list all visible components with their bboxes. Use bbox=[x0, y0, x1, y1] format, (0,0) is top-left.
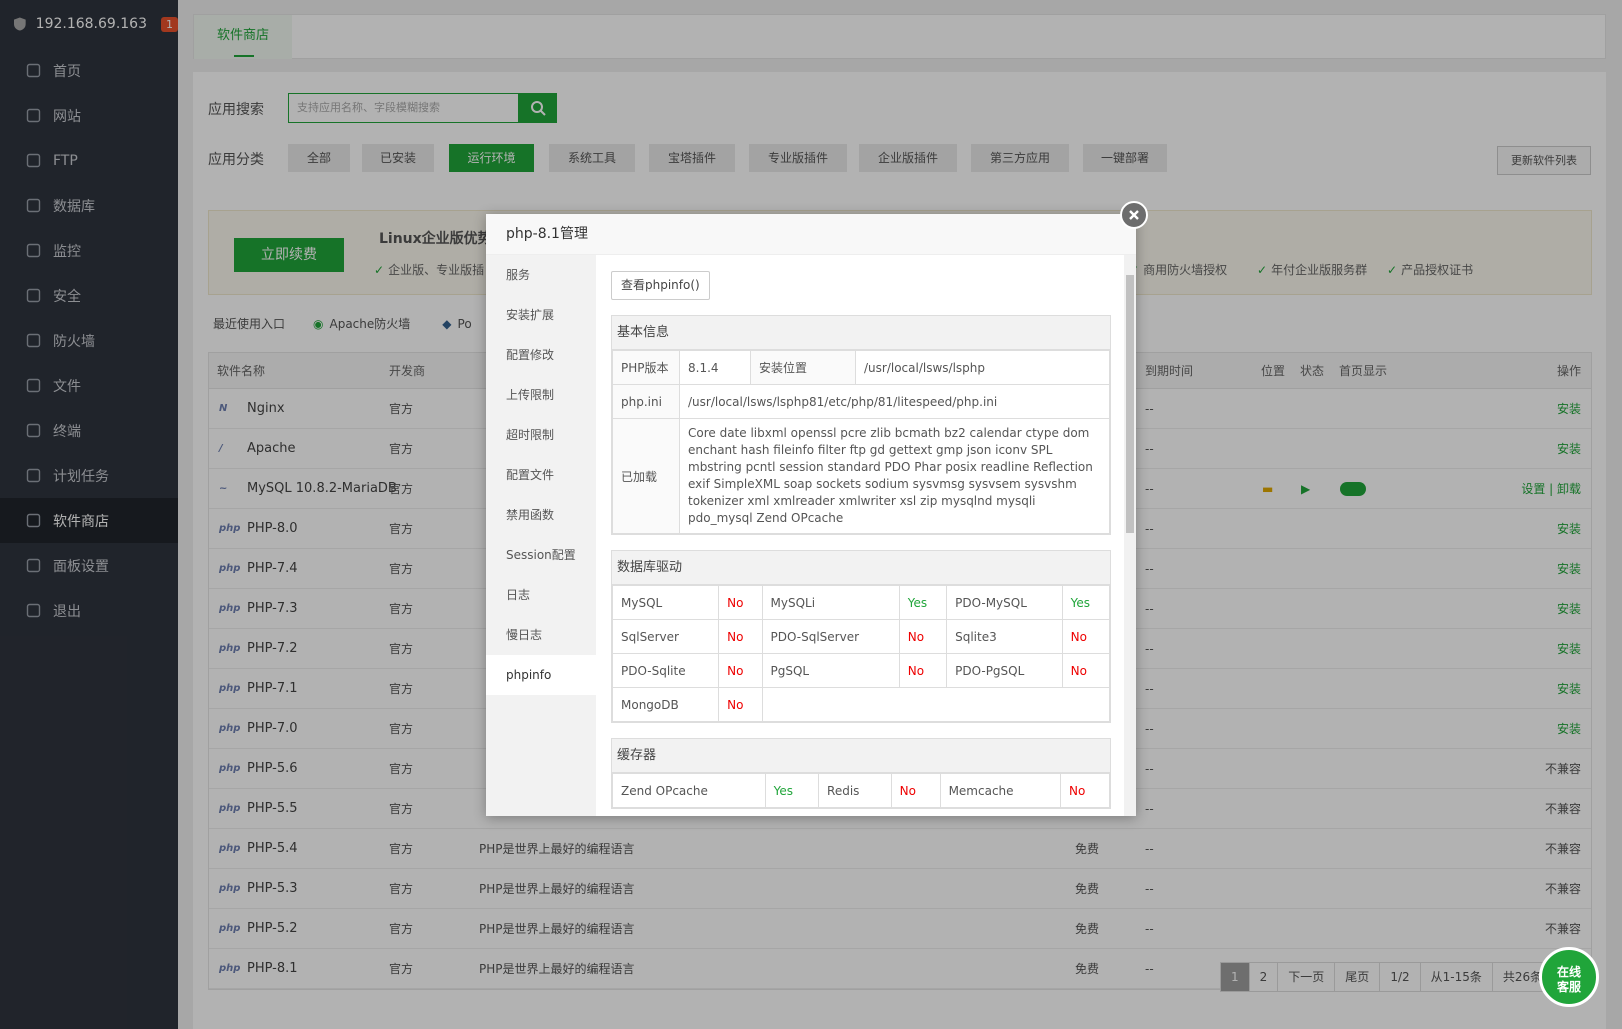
driver-cell: PDO-PgSQL bbox=[946, 653, 1063, 688]
driver-cell: MySQL bbox=[611, 585, 720, 620]
phpinfo-content: 查看phpinfo() 基本信息 PHP版本 8.1.4 安装位置/usr/loca… bbox=[596, 255, 1126, 816]
modal-menu-item[interactable]: phpinfo bbox=[486, 655, 596, 695]
close-button[interactable] bbox=[1120, 201, 1148, 229]
scrollbar-thumb[interactable] bbox=[1126, 275, 1134, 533]
driver-cell: No bbox=[718, 619, 763, 654]
section-title: 基本信息 bbox=[612, 316, 1110, 350]
driver-cell: No bbox=[1061, 653, 1111, 688]
php-manage-modal: php-8.1管理 服务 安装扩展 配置修改 上传限制 超时限制 配置文件 禁用函数 Sess… bbox=[486, 201, 1148, 816]
driver-cell: No bbox=[718, 687, 763, 722]
driver-cell: No bbox=[718, 653, 763, 688]
php-version-label: PHP版本 bbox=[612, 350, 680, 385]
driver-cell: SqlServer bbox=[611, 619, 720, 654]
php-version: 8.1.4 bbox=[679, 350, 751, 385]
modal-menu-item[interactable]: 超时限制 bbox=[486, 415, 596, 455]
php-ini-label: php.ini bbox=[612, 384, 680, 419]
driver-cell: Zend OPcache bbox=[612, 773, 766, 808]
basic-info-section: 基本信息 PHP版本 8.1.4 安装位置/usr/local/lsws/lsphp… bbox=[611, 315, 1111, 535]
basic-info-table: PHP版本 8.1.4 安装位置/usr/local/lsws/lsphp php.… bbox=[612, 350, 1110, 534]
modal-menu-item[interactable]: 慢日志 bbox=[486, 615, 596, 655]
close-icon bbox=[1129, 210, 1139, 220]
driver-cell: MySQLi bbox=[761, 585, 900, 620]
online-support-button[interactable]: 在线 客服 bbox=[1539, 947, 1599, 1007]
install-location: /usr/local/lsws/lsphp bbox=[855, 350, 1110, 385]
scrollbar[interactable] bbox=[1124, 255, 1136, 816]
driver-cell: MongoDB bbox=[611, 687, 720, 722]
install-location-label: 安装位置 bbox=[750, 350, 856, 385]
modal-title: php-8.1管理 bbox=[486, 214, 1136, 255]
loaded-extensions: Core date libxml openssl pcre zlib bcmat… bbox=[679, 418, 1110, 534]
loaded-label: 已加载 bbox=[612, 418, 680, 534]
driver-cell: No bbox=[718, 585, 763, 620]
driver-cell: PDO-SqlServer bbox=[761, 619, 900, 654]
modal-menu-item[interactable]: 配置文件 bbox=[486, 455, 596, 495]
modal-menu-item[interactable]: 安装扩展 bbox=[486, 295, 596, 335]
driver-cell: Sqlite3 bbox=[946, 619, 1063, 654]
section-title: 数据库驱动 bbox=[612, 551, 1110, 585]
driver-cell: Redis bbox=[818, 773, 892, 808]
driver-cell: Yes bbox=[764, 773, 820, 808]
db-driver-table: MySQL No MySQLi Yes PDO-MySQL Yes SqlServer No P… bbox=[611, 585, 1111, 722]
modal-menu-item[interactable]: 服务 bbox=[486, 255, 596, 295]
driver-cell: No bbox=[898, 653, 948, 688]
driver-cell: PDO-Sqlite bbox=[611, 653, 720, 688]
modal-menu-item[interactable]: 禁用函数 bbox=[486, 495, 596, 535]
empty-cell bbox=[761, 687, 1110, 722]
driver-cell: No bbox=[1061, 619, 1111, 654]
modal-menu-item[interactable]: 配置修改 bbox=[486, 335, 596, 375]
section-title: 缓存器 bbox=[612, 739, 1110, 773]
modal-menu-item[interactable]: 上传限制 bbox=[486, 375, 596, 415]
cache-section: 缓存器 Zend OPcache Yes Redis No Memcache No bbox=[611, 738, 1111, 809]
driver-cell: PDO-MySQL bbox=[946, 585, 1063, 620]
db-driver-section: 数据库驱动 MySQL No MySQLi Yes PDO-MySQL Yes SqlSer… bbox=[611, 550, 1111, 723]
driver-cell: No bbox=[898, 619, 948, 654]
driver-cell: No bbox=[890, 773, 941, 808]
view-phpinfo-button[interactable]: 查看phpinfo() bbox=[611, 271, 710, 300]
driver-cell: Yes bbox=[898, 585, 948, 620]
driver-cell: Yes bbox=[1061, 585, 1111, 620]
modal-menu: 服务 安装扩展 配置修改 上传限制 超时限制 配置文件 禁用函数 Session配置 日志 慢日志… bbox=[486, 255, 596, 816]
modal-menu-item[interactable]: 日志 bbox=[486, 575, 596, 615]
driver-cell: No bbox=[1060, 773, 1110, 808]
driver-cell: PgSQL bbox=[761, 653, 900, 688]
driver-cell: Memcache bbox=[939, 773, 1062, 808]
php-ini-path: /usr/local/lsws/lsphp81/etc/php/81/lites… bbox=[679, 384, 1110, 419]
modal-menu-item[interactable]: Session配置 bbox=[486, 535, 596, 575]
cache-table: Zend OPcache Yes Redis No Memcache No bbox=[612, 773, 1110, 808]
